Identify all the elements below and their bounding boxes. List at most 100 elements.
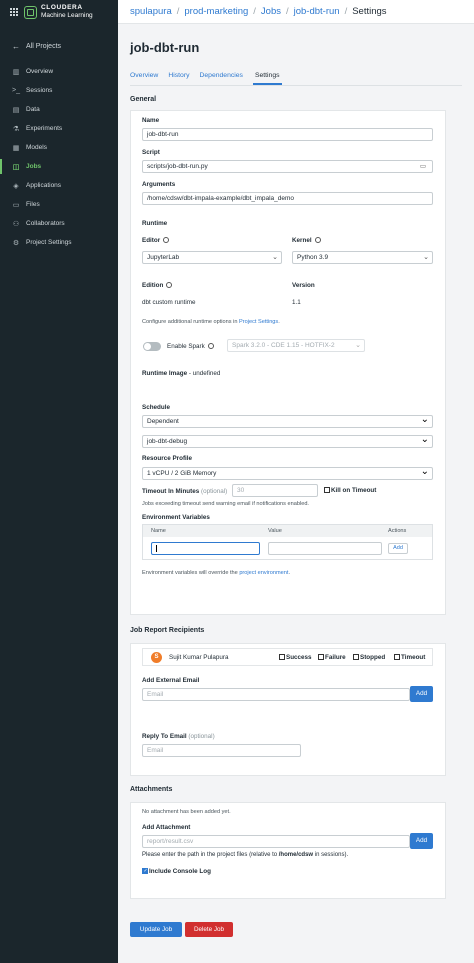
info-icon[interactable] bbox=[207, 343, 214, 350]
timeout-input[interactable]: 30 bbox=[232, 484, 318, 497]
chevron-down-icon: ⌄ bbox=[420, 434, 429, 445]
jobs-icon: ◫ bbox=[12, 163, 20, 171]
include-console-log-label: Include Console Log bbox=[149, 868, 211, 875]
runtime-heading: Runtime bbox=[142, 220, 168, 227]
configure-end: . bbox=[278, 319, 280, 325]
success-checkbox[interactable] bbox=[279, 654, 285, 661]
sidebar-item-data[interactable]: ▤ Data bbox=[0, 100, 118, 119]
script-input[interactable]: scripts/job-dbt-run.py ▭ bbox=[142, 160, 433, 173]
sidebar-item-collaborators[interactable]: ⚇ Collaborators bbox=[0, 214, 118, 233]
gear-icon: ⚙ bbox=[12, 239, 20, 247]
arrow-left-icon: ← bbox=[12, 41, 20, 51]
spark-version-select[interactable]: Spark 3.2.0 - CDE 1.15 - HOTFIX-2 ⌄ bbox=[227, 339, 365, 352]
version-label: Version bbox=[292, 282, 315, 289]
check-failure[interactable]: Failure bbox=[318, 654, 346, 661]
breadcrumb-separator: / bbox=[176, 6, 180, 17]
delete-job-button[interactable]: Delete Job bbox=[185, 922, 233, 937]
resource-profile-value: 1 vCPU / 2 GiB Memory bbox=[147, 470, 217, 477]
sidebar: CLOUDERA Machine Learning ← All Projects… bbox=[0, 0, 118, 963]
tab-overview[interactable]: Overview bbox=[130, 72, 158, 85]
editor-select[interactable]: JupyterLab ⌄ bbox=[142, 251, 282, 264]
reply-to-label-wrap: Reply To Email (optional) bbox=[142, 733, 215, 740]
env-name-input[interactable] bbox=[151, 542, 260, 555]
name-input[interactable]: job-dbt-run bbox=[142, 128, 433, 141]
terminal-icon: >_ bbox=[12, 87, 20, 94]
sidebar-item-label: Data bbox=[26, 106, 40, 113]
text-cursor bbox=[156, 545, 157, 552]
reply-to-label: Reply To Email bbox=[142, 733, 187, 740]
kill-on-timeout-checkbox[interactable] bbox=[324, 487, 330, 494]
dependency-select[interactable]: job-dbt-debug ⌄ bbox=[142, 434, 433, 448]
check-stopped[interactable]: Stopped bbox=[353, 654, 385, 661]
info-icon[interactable] bbox=[314, 237, 321, 244]
attachment-help-pre: Please enter the path in the project fil… bbox=[142, 852, 279, 858]
tab-bar: Overview History Dependencies Settings bbox=[130, 72, 462, 86]
check-timeout[interactable]: Timeout bbox=[394, 654, 425, 661]
timeout-label: Timeout In Minutes bbox=[142, 488, 200, 495]
check-success[interactable]: Success bbox=[279, 654, 312, 661]
kill-on-timeout-label: Kill on Timeout bbox=[331, 487, 377, 494]
flask-icon: ⚗ bbox=[12, 125, 20, 133]
all-projects-link[interactable]: ← All Projects bbox=[0, 38, 118, 54]
breadcrumb-project[interactable]: prod-marketing bbox=[184, 6, 248, 17]
reply-to-input[interactable]: Email bbox=[142, 744, 301, 757]
failure-checkbox[interactable] bbox=[318, 654, 324, 661]
sidebar-item-overview[interactable]: ▥ Overview bbox=[0, 62, 118, 81]
brand-text: CLOUDERA Machine Learning bbox=[41, 4, 93, 20]
project-settings-link[interactable]: Project Settings bbox=[239, 319, 278, 325]
folder-icon[interactable]: ▭ bbox=[420, 161, 426, 172]
arguments-input[interactable]: /home/cdsw/dbt-impala-example/dbt_impala… bbox=[142, 192, 433, 205]
update-job-button[interactable]: Update Job bbox=[130, 922, 182, 937]
schedule-label: Schedule bbox=[142, 404, 170, 411]
sidebar-item-applications[interactable]: ◈ Applications bbox=[0, 176, 118, 195]
external-email-input[interactable]: Email bbox=[142, 688, 410, 701]
enable-spark-label-wrap: Enable Spark bbox=[167, 343, 214, 350]
env-add-button[interactable]: Add bbox=[388, 543, 408, 554]
resource-profile-select[interactable]: 1 vCPU / 2 GiB Memory ⌄ bbox=[142, 466, 433, 480]
include-console-log-checkbox[interactable] bbox=[142, 868, 148, 875]
editor-label: Editor bbox=[142, 237, 161, 244]
info-icon[interactable] bbox=[166, 282, 173, 289]
sidebar-item-files[interactable]: ▭ Files bbox=[0, 195, 118, 214]
kill-on-timeout[interactable]: Kill on Timeout bbox=[324, 487, 376, 494]
app-grid-icon[interactable] bbox=[10, 8, 18, 16]
attachment-help-post: in sessions). bbox=[313, 852, 349, 858]
tab-dependencies[interactable]: Dependencies bbox=[199, 72, 242, 85]
project-environment-link[interactable]: project environment bbox=[239, 570, 288, 576]
breadcrumb-separator: / bbox=[344, 6, 348, 17]
breadcrumb-jobs[interactable]: Jobs bbox=[261, 6, 281, 17]
timeout-optional: (optional) bbox=[201, 488, 228, 495]
sidebar-item-experiments[interactable]: ⚗ Experiments bbox=[0, 119, 118, 138]
schedule-select[interactable]: Dependent ⌄ bbox=[142, 414, 433, 428]
page-title: job-dbt-run bbox=[130, 40, 200, 55]
kernel-select[interactable]: Python 3.9 ⌄ bbox=[292, 251, 433, 264]
sidebar-item-models[interactable]: ▦ Models bbox=[0, 138, 118, 157]
sidebar-item-label: Models bbox=[26, 144, 47, 151]
add-attachment-button[interactable]: Add bbox=[410, 833, 433, 849]
tab-history[interactable]: History bbox=[168, 72, 189, 85]
attachment-path-input[interactable]: report/result.csv bbox=[142, 835, 410, 848]
sidebar-item-jobs[interactable]: ◫ Jobs bbox=[0, 157, 118, 176]
add-email-button[interactable]: Add bbox=[410, 686, 433, 702]
attachment-help-bold: /home/cdsw bbox=[278, 852, 314, 858]
info-icon[interactable] bbox=[163, 237, 170, 244]
env-value-input[interactable] bbox=[268, 542, 382, 555]
sidebar-item-project-settings[interactable]: ⚙ Project Settings bbox=[0, 233, 118, 252]
enable-spark-toggle[interactable] bbox=[143, 342, 161, 351]
chevron-down-icon: ⌄ bbox=[355, 342, 361, 349]
sidebar-nav: ▥ Overview >_ Sessions ▤ Data ⚗ Experiments ▦ Mod… bbox=[0, 62, 118, 252]
success-label: Success bbox=[286, 654, 312, 661]
general-card: Name job-dbt-run Script scripts/job-dbt-… bbox=[130, 110, 446, 615]
sidebar-item-sessions[interactable]: >_ Sessions bbox=[0, 81, 118, 100]
breadcrumb-user[interactable]: spulapura bbox=[130, 6, 172, 17]
stopped-checkbox[interactable] bbox=[353, 654, 359, 661]
timeout-checkbox[interactable] bbox=[394, 654, 400, 661]
breadcrumb-job[interactable]: job-dbt-run bbox=[294, 6, 340, 17]
runtime-image: Runtime Image - undefined bbox=[142, 370, 220, 377]
breadcrumb-separator: / bbox=[285, 6, 289, 17]
recipient-name: Sujit Kumar Pulapura bbox=[169, 654, 229, 661]
configure-note: Configure additional runtime options in … bbox=[142, 319, 280, 325]
include-console-log[interactable]: Include Console Log bbox=[142, 868, 211, 875]
tab-settings[interactable]: Settings bbox=[252, 72, 282, 85]
recipient-row: S Sujit Kumar Pulapura Success Failure S… bbox=[142, 648, 433, 666]
